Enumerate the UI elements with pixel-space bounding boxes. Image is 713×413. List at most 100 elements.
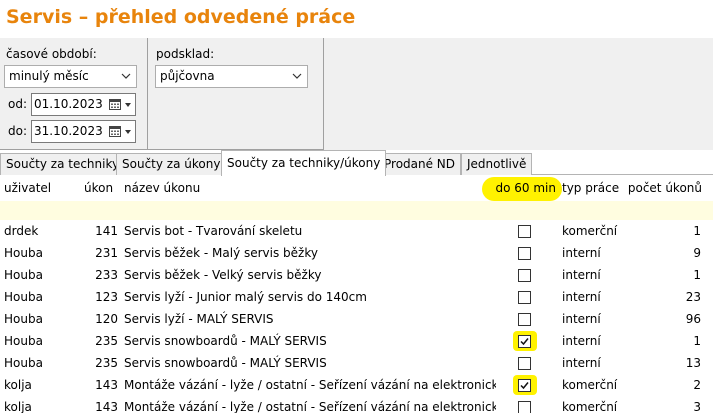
under-60-min-checkbox[interactable] xyxy=(518,357,531,370)
under-60-min-checkbox-checked[interactable] xyxy=(518,335,531,348)
cell-count: 13 xyxy=(685,356,701,370)
cell-count: 9 xyxy=(693,246,701,260)
tab-individual[interactable]: Jednotlivě xyxy=(461,153,533,175)
table-row[interactable]: drdek 141 Servis bot - Tvarování skeletu ko… xyxy=(0,220,713,242)
chevron-down-icon xyxy=(121,73,131,79)
cell-work-type: komerční xyxy=(562,400,618,413)
under-60-min-checkbox[interactable] xyxy=(518,401,531,413)
under-60-min-checkbox[interactable] xyxy=(518,247,531,260)
calendar-icon[interactable] xyxy=(109,125,121,137)
cell-task-name: Servis snowboardů - MALÝ SERVIS xyxy=(124,356,327,370)
calendar-icon[interactable] xyxy=(109,98,121,110)
cell-user: drdek xyxy=(4,224,39,238)
period-panel: časové období: minulý měsíc od: 01.10.20… xyxy=(0,38,148,150)
header-user[interactable]: uživatel xyxy=(4,176,51,200)
cell-work-type: komerční xyxy=(562,224,618,238)
cell-user: Houba xyxy=(4,268,43,282)
checkmark-icon xyxy=(520,382,529,390)
header-under-60-min[interactable]: do 60 min xyxy=(480,176,557,200)
cell-count: 2 xyxy=(693,378,701,392)
warehouse-panel: podsklad: půjčovna xyxy=(148,38,324,150)
tab-technicians-totals[interactable]: Součty za techniky xyxy=(0,153,126,175)
period-select-value: minulý měsíc xyxy=(9,69,89,83)
under-60-min-checkbox-checked[interactable] xyxy=(518,379,531,392)
period-select[interactable]: minulý měsíc xyxy=(4,65,137,88)
warehouse-select[interactable]: půjčovna xyxy=(155,65,308,88)
period-label: časové období: xyxy=(6,47,97,61)
tab-sold-parts[interactable]: Prodané ND xyxy=(378,153,462,175)
cell-task: 233 xyxy=(95,268,118,282)
tab-tasks-totals[interactable]: Součty za úkony xyxy=(116,153,227,175)
cell-task-name: Servis lyží - Junior malý servis do 140c… xyxy=(124,290,367,304)
cell-user: Houba xyxy=(4,334,43,348)
cell-work-type: interní xyxy=(562,312,601,326)
tab-bar: Součty za techniky Součty za úkony Součt… xyxy=(0,150,713,176)
cell-task-name: Montáže vázání - lyže / ostatní - Seříze… xyxy=(124,400,496,413)
under-60-min-checkbox[interactable] xyxy=(518,291,531,304)
table-row[interactable]: Houba 235 Servis snowboardů - MALÝ SERVIS i… xyxy=(0,352,713,374)
cell-count: 96 xyxy=(685,312,701,326)
cell-task-name: Servis snowboardů - MALÝ SERVIS xyxy=(124,334,327,348)
cell-task-name: Servis běžek - Malý servis běžky xyxy=(124,246,318,260)
cell-work-type: interní xyxy=(562,334,601,348)
from-label: od: xyxy=(8,97,28,111)
cell-work-type: interní xyxy=(562,268,601,282)
from-date-value: 01.10.2023 xyxy=(34,97,103,111)
cell-task-name: Montáže vázání - lyže / ostatní - Seříze… xyxy=(124,378,496,392)
table-row[interactable]: Houba 231 Servis běžek - Malý servis běžky… xyxy=(0,242,713,264)
page: Servis – přehled odvedené práce časové o… xyxy=(0,0,713,413)
to-label: do: xyxy=(8,124,28,138)
to-date-value: 31.10.2023 xyxy=(34,124,103,138)
tab-technicians-tasks-totals[interactable]: Součty za techniky/úkony xyxy=(221,150,387,176)
warehouse-label: podsklad: xyxy=(156,47,215,61)
under-60-min-checkbox[interactable] xyxy=(518,313,531,326)
page-title: Servis – přehled odvedené práce xyxy=(6,6,356,28)
cell-user: kolja xyxy=(4,400,32,413)
cell-task: 123 xyxy=(95,290,118,304)
cell-user: Houba xyxy=(4,312,43,326)
cell-count: 1 xyxy=(693,224,701,238)
chevron-down-icon xyxy=(292,73,302,79)
cell-task: 235 xyxy=(95,334,118,348)
from-date-input[interactable]: 01.10.2023 xyxy=(31,93,136,116)
dropdown-arrow-icon[interactable] xyxy=(123,121,133,142)
under-60-min-checkbox[interactable] xyxy=(518,269,531,282)
cell-count: 1 xyxy=(693,334,701,348)
warehouse-select-value: půjčovna xyxy=(160,69,215,83)
grid-filter-row[interactable] xyxy=(0,201,713,220)
header-task-name[interactable]: název úkonu xyxy=(124,176,200,200)
cell-task: 143 xyxy=(95,378,118,392)
under-60-min-checkbox[interactable] xyxy=(518,225,531,238)
header-count[interactable]: počet úkonů xyxy=(622,176,702,200)
cell-work-type: interní xyxy=(562,356,601,370)
table-row[interactable]: Houba 123 Servis lyží - Junior malý servis… xyxy=(0,286,713,308)
cell-task-name: Servis lyží - MALÝ SERVIS xyxy=(124,312,274,326)
table-row[interactable]: kolja 143 Montáže vázání - lyže / ostatní … xyxy=(0,396,713,413)
cell-count: 23 xyxy=(685,290,701,304)
cell-count: 3 xyxy=(693,400,701,413)
cell-work-type: komerční xyxy=(562,378,618,392)
table-row[interactable]: kolja 143 Montáže vázání - lyže / ostatní … xyxy=(0,374,713,396)
dropdown-arrow-icon[interactable] xyxy=(123,94,133,115)
cell-task-name: Servis bot - Tvarování skeletu xyxy=(124,224,303,238)
cell-user: Houba xyxy=(4,246,43,260)
header-work-type[interactable]: typ práce xyxy=(562,176,619,200)
cell-task: 231 xyxy=(95,246,118,260)
cell-user: Houba xyxy=(4,290,43,304)
cell-count: 1 xyxy=(693,268,701,282)
cell-task-name: Servis běžek - Velký servis běžky xyxy=(124,268,322,282)
table-row[interactable]: Houba 235 Servis snowboardů - MALÝ SERVIS i… xyxy=(0,330,713,352)
cell-task: 120 xyxy=(95,312,118,326)
grid-header: uživatel úkon název úkonu do 60 min typ … xyxy=(0,176,713,200)
cell-work-type: interní xyxy=(562,290,601,304)
cell-work-type: interní xyxy=(562,246,601,260)
table-row[interactable]: Houba 120 Servis lyží - MALÝ SERVIS interní… xyxy=(0,308,713,330)
table-row[interactable]: Houba 233 Servis běžek - Velký servis běžk… xyxy=(0,264,713,286)
header-task[interactable]: úkon xyxy=(84,176,113,200)
checkmark-icon xyxy=(520,338,529,346)
cell-task: 235 xyxy=(95,356,118,370)
to-date-input[interactable]: 31.10.2023 xyxy=(31,120,136,143)
cell-task: 141 xyxy=(95,224,118,238)
filter-area: časové období: minulý měsíc od: 01.10.20… xyxy=(0,38,713,150)
cell-user: kolja xyxy=(4,378,32,392)
